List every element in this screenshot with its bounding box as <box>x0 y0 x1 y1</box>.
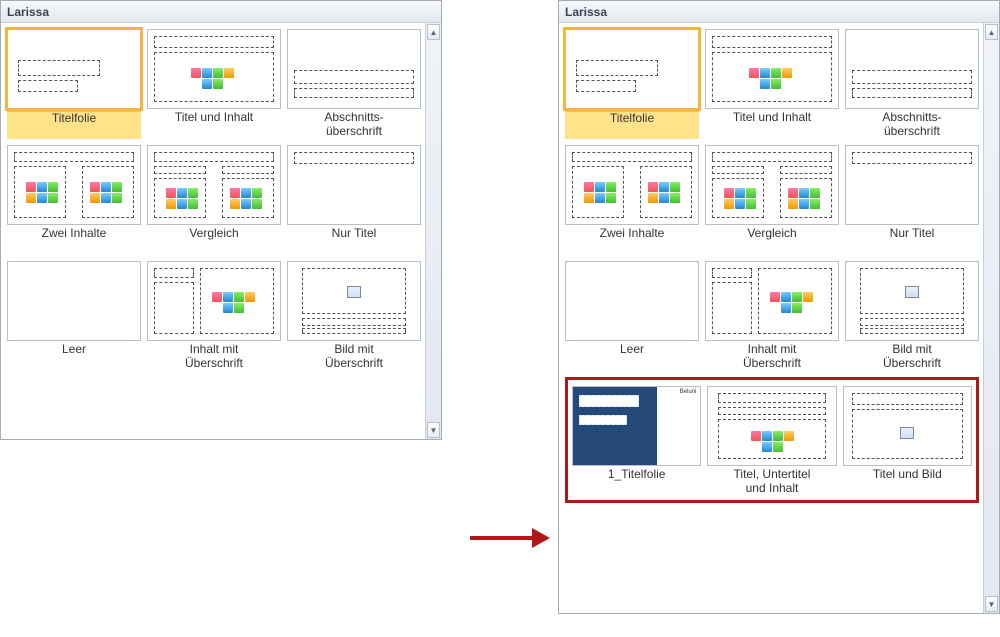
layout-label: Titelfolie <box>7 111 141 139</box>
layout-label: Inhalt mit Überschrift <box>147 343 281 371</box>
scroll-down-icon[interactable]: ▼ <box>427 422 440 438</box>
layout-nur-titel[interactable]: Nur Titel <box>287 145 421 255</box>
layout-grid: Titelfolie Titel und Inhalt <box>559 23 983 613</box>
layout-label: Titel und Bild <box>843 468 972 496</box>
layout-label: Vergleich <box>705 227 839 255</box>
layout-bild-mit-ueberschrift[interactable]: Bild mit Überschrift <box>287 261 421 371</box>
layout-label: Zwei Inhalte <box>7 227 141 255</box>
layout-label: Leer <box>7 343 141 371</box>
layout-label: Vergleich <box>147 227 281 255</box>
thumb-tag: Beluni <box>679 389 698 395</box>
layout-zwei-inhalte[interactable]: Zwei Inhalte <box>565 145 699 255</box>
layout-label: 1_Titelfolie <box>572 468 701 496</box>
layout-1-titelfolie[interactable]: Beluni 1_Titelfolie <box>572 386 701 496</box>
layout-panel-left: Larissa Titelfolie Tit <box>0 0 442 440</box>
panel-title: Larissa <box>7 1 49 23</box>
layout-label: Titel und Inhalt <box>147 111 281 139</box>
scroll-up-icon[interactable]: ▲ <box>427 24 440 40</box>
layout-titelfolie[interactable]: Titelfolie <box>565 29 699 139</box>
scroll-down-icon[interactable]: ▼ <box>985 596 998 612</box>
layout-titel-und-inhalt[interactable]: Titel und Inhalt <box>147 29 281 139</box>
layout-nur-titel[interactable]: Nur Titel <box>845 145 979 255</box>
layout-label: Titel und Inhalt <box>705 111 839 139</box>
layout-titelfolie[interactable]: Titelfolie <box>7 29 141 139</box>
layout-label: Titel, Untertitel und Inhalt <box>707 468 836 496</box>
layout-zwei-inhalte[interactable]: Zwei Inhalte <box>7 145 141 255</box>
layout-vergleich[interactable]: Vergleich <box>147 145 281 255</box>
layout-leer[interactable]: Leer <box>565 261 699 371</box>
layout-panel-right: Larissa Titelfolie Tit <box>558 0 1000 614</box>
layout-label: Abschnitts- überschrift <box>845 111 979 139</box>
layout-abschnittsueberschrift[interactable]: Abschnitts- überschrift <box>845 29 979 139</box>
layout-abschnittsueberschrift[interactable]: Abschnitts- überschrift <box>287 29 421 139</box>
layout-vergleich[interactable]: Vergleich <box>705 145 839 255</box>
panel-header: Larissa <box>559 1 999 23</box>
scrollbar[interactable]: ▲ ▼ <box>425 23 441 439</box>
layout-label: Leer <box>565 343 699 371</box>
layout-label: Bild mit Überschrift <box>287 343 421 371</box>
layout-titel-und-inhalt[interactable]: Titel und Inhalt <box>705 29 839 139</box>
layout-label: Bild mit Überschrift <box>845 343 979 371</box>
layout-leer[interactable]: Leer <box>7 261 141 371</box>
layout-titel-und-bild[interactable]: Titel und Bild <box>843 386 972 496</box>
layout-titel-untertitel-inhalt[interactable]: Titel, Untertitel und Inhalt <box>707 386 836 496</box>
layout-label: Titelfolie <box>565 111 699 139</box>
panel-header: Larissa <box>1 1 441 23</box>
layout-bild-mit-ueberschrift[interactable]: Bild mit Überschrift <box>845 261 979 371</box>
layout-label: Nur Titel <box>287 227 421 255</box>
layout-label: Nur Titel <box>845 227 979 255</box>
arrow-icon <box>470 528 550 548</box>
layout-inhalt-mit-ueberschrift[interactable]: Inhalt mit Überschrift <box>705 261 839 371</box>
panel-title: Larissa <box>565 1 607 23</box>
layout-label: Abschnitts- überschrift <box>287 111 421 139</box>
scrollbar[interactable]: ▲ ▼ <box>983 23 999 613</box>
layout-label: Inhalt mit Überschrift <box>705 343 839 371</box>
layout-label: Zwei Inhalte <box>565 227 699 255</box>
custom-layouts-highlight: Beluni 1_Titelfolie Titel, Untert <box>565 377 979 503</box>
layout-grid: Titelfolie Titel und Inhalt <box>1 23 425 439</box>
scroll-up-icon[interactable]: ▲ <box>985 24 998 40</box>
layout-inhalt-mit-ueberschrift[interactable]: Inhalt mit Überschrift <box>147 261 281 371</box>
